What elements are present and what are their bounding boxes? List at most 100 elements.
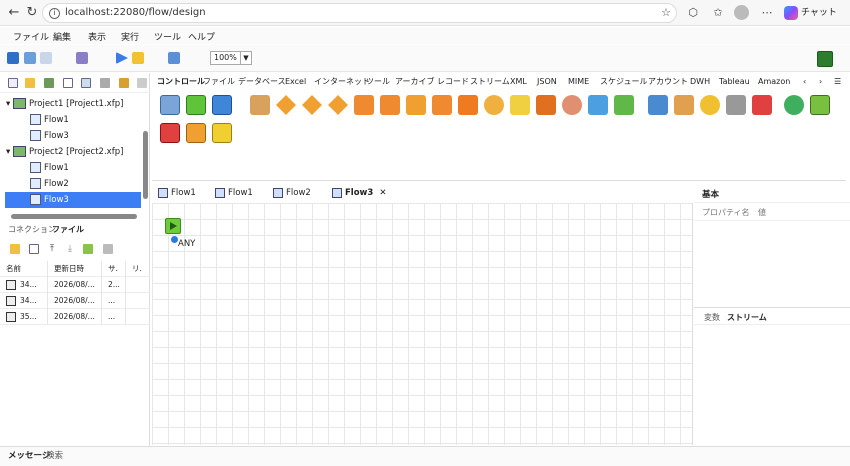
palette-filter-icon[interactable] bbox=[510, 95, 530, 115]
editor-tab[interactable]: Flow1 bbox=[155, 184, 196, 202]
palette-text-icon[interactable] bbox=[536, 95, 556, 115]
palette-printer-icon[interactable] bbox=[726, 95, 746, 115]
palette-data-icon[interactable] bbox=[250, 95, 270, 115]
table-row[interactable]: 34... 2026/08/... ... bbox=[0, 293, 150, 309]
tree-project-2[interactable]: ▾ Project2 [Project2.xfp] bbox=[6, 144, 123, 160]
column-divider[interactable] bbox=[125, 261, 126, 325]
tab-variables[interactable]: 変数 bbox=[704, 312, 720, 323]
tab-stream[interactable]: ストリーム bbox=[470, 73, 510, 91]
start-node[interactable] bbox=[165, 218, 181, 234]
tab-search[interactable]: 検索 bbox=[46, 447, 63, 465]
palette-loop-icon[interactable] bbox=[406, 95, 426, 115]
deploy-icon[interactable] bbox=[168, 52, 180, 64]
menu-help[interactable]: ヘルプ bbox=[188, 30, 215, 43]
column-divider[interactable] bbox=[101, 261, 102, 325]
profile-avatar[interactable] bbox=[734, 5, 749, 20]
tab-control[interactable]: コントロール bbox=[157, 73, 205, 91]
extensions-icon[interactable]: ⬡ bbox=[686, 6, 700, 20]
tree-flow-item-selected[interactable]: Flow3 bbox=[5, 192, 141, 208]
more-icon[interactable] bbox=[137, 78, 147, 88]
tab-stream[interactable]: ストリーム bbox=[727, 312, 767, 323]
col-name[interactable]: 名前 bbox=[6, 261, 21, 277]
run-icon[interactable] bbox=[116, 52, 128, 64]
tree-flow-item[interactable]: Flow2 bbox=[30, 176, 69, 192]
open-folder-icon[interactable] bbox=[10, 244, 20, 254]
palette-condition-icon[interactable] bbox=[302, 95, 322, 115]
tree-project-1[interactable]: ▾ Project1 [Project1.xfp] bbox=[6, 96, 123, 112]
chevron-right-icon[interactable]: › bbox=[819, 73, 822, 91]
tab-schedule[interactable]: スケジュール bbox=[600, 73, 647, 91]
palette-clock-icon[interactable] bbox=[700, 95, 720, 115]
menu-file[interactable]: ファイル bbox=[13, 30, 49, 43]
tree-horizontal-scrollbar[interactable] bbox=[11, 214, 137, 219]
refresh-icon[interactable] bbox=[83, 244, 93, 254]
tab-record[interactable]: レコード bbox=[437, 73, 469, 91]
col-date[interactable]: 更新日時 bbox=[54, 261, 84, 277]
reload-icon[interactable]: ↻ bbox=[24, 5, 40, 21]
menu-run[interactable]: 実行 bbox=[121, 30, 139, 43]
tab-connections[interactable]: コネクション bbox=[8, 223, 56, 237]
palette-log-icon[interactable] bbox=[186, 123, 206, 143]
zoom-select[interactable]: 100% ▼ bbox=[210, 51, 252, 65]
palette-menu-icon[interactable]: ☰ bbox=[834, 73, 841, 91]
new-flow-icon[interactable] bbox=[63, 78, 73, 88]
palette-script-icon[interactable] bbox=[810, 95, 830, 115]
editor-tab[interactable]: Flow1 bbox=[212, 184, 253, 202]
palette-globe-icon[interactable] bbox=[784, 95, 804, 115]
tab-tool[interactable]: ツール bbox=[366, 73, 390, 91]
tab-xml[interactable]: XML bbox=[510, 73, 527, 91]
tab-mime[interactable]: MIME bbox=[568, 73, 589, 91]
tab-dwh[interactable]: DWH bbox=[690, 73, 710, 91]
download-icon[interactable]: ⤓ bbox=[65, 244, 75, 254]
palette-exit-icon[interactable] bbox=[752, 95, 772, 115]
tab-json[interactable]: JSON bbox=[537, 73, 557, 91]
copilot-chat-button[interactable]: チャット bbox=[784, 4, 844, 22]
palette-table-icon[interactable] bbox=[160, 95, 180, 115]
tab-account[interactable]: アカウント bbox=[648, 73, 688, 91]
debug-icon[interactable] bbox=[132, 52, 144, 64]
palette-raise-icon[interactable] bbox=[160, 123, 180, 143]
palette-branch-icon[interactable] bbox=[276, 95, 296, 115]
new-file-icon[interactable] bbox=[29, 244, 39, 254]
tab-amazon[interactable]: Amazon bbox=[758, 73, 790, 91]
import-icon[interactable] bbox=[44, 78, 54, 88]
tree-flow-item[interactable]: Flow3 bbox=[30, 128, 69, 144]
copy-icon[interactable] bbox=[81, 78, 91, 88]
tab-archive[interactable]: アーカイブ bbox=[395, 73, 435, 91]
tab-tableau[interactable]: Tableau bbox=[719, 73, 750, 91]
menu-tools[interactable]: ツール bbox=[154, 30, 181, 43]
calendar-icon[interactable] bbox=[76, 52, 88, 64]
palette-parallel-icon[interactable] bbox=[648, 95, 668, 115]
palette-end-icon[interactable] bbox=[212, 95, 232, 115]
site-info-icon[interactable]: i bbox=[49, 8, 60, 19]
palette-join-icon[interactable] bbox=[432, 95, 452, 115]
col-size[interactable]: サ. bbox=[108, 261, 118, 277]
open-folder-icon[interactable] bbox=[25, 78, 35, 88]
any-port-icon[interactable] bbox=[171, 236, 178, 243]
tab-database[interactable]: データベース bbox=[238, 73, 286, 91]
tab-files[interactable]: ファイル bbox=[52, 223, 84, 237]
save-icon[interactable] bbox=[7, 52, 19, 64]
palette-split-icon[interactable] bbox=[380, 95, 400, 115]
editor-tab[interactable]: Flow2 bbox=[270, 184, 311, 202]
address-bar[interactable]: i localhost:22080/flow/design bbox=[42, 3, 677, 23]
favorites-icon[interactable]: ✩ bbox=[711, 6, 725, 20]
table-row[interactable]: 35... 2026/08/... ... bbox=[0, 309, 150, 325]
export-icon[interactable] bbox=[119, 78, 129, 88]
col-r[interactable]: リ. bbox=[132, 261, 142, 277]
menu-view[interactable]: 表示 bbox=[88, 30, 106, 43]
delete-icon[interactable] bbox=[103, 244, 113, 254]
bookmark-star-icon[interactable]: ☆ bbox=[659, 6, 673, 20]
tree-flow-item[interactable]: Flow1 bbox=[30, 160, 69, 176]
tab-file[interactable]: ファイル bbox=[203, 73, 235, 91]
tab-internet[interactable]: インターネット bbox=[314, 73, 370, 91]
tab-excel[interactable]: Excel bbox=[285, 73, 306, 91]
palette-subflow-icon[interactable] bbox=[614, 95, 634, 115]
palette-merge-icon[interactable] bbox=[354, 95, 374, 115]
column-divider[interactable] bbox=[47, 261, 48, 325]
table-row[interactable]: 34... 2026/08/... 2... bbox=[0, 277, 150, 293]
new-project-icon[interactable] bbox=[8, 78, 18, 88]
tree-vertical-scrollbar[interactable] bbox=[143, 131, 148, 199]
palette-convert-icon[interactable] bbox=[674, 95, 694, 115]
upload-icon[interactable]: ⤒ bbox=[47, 244, 57, 254]
